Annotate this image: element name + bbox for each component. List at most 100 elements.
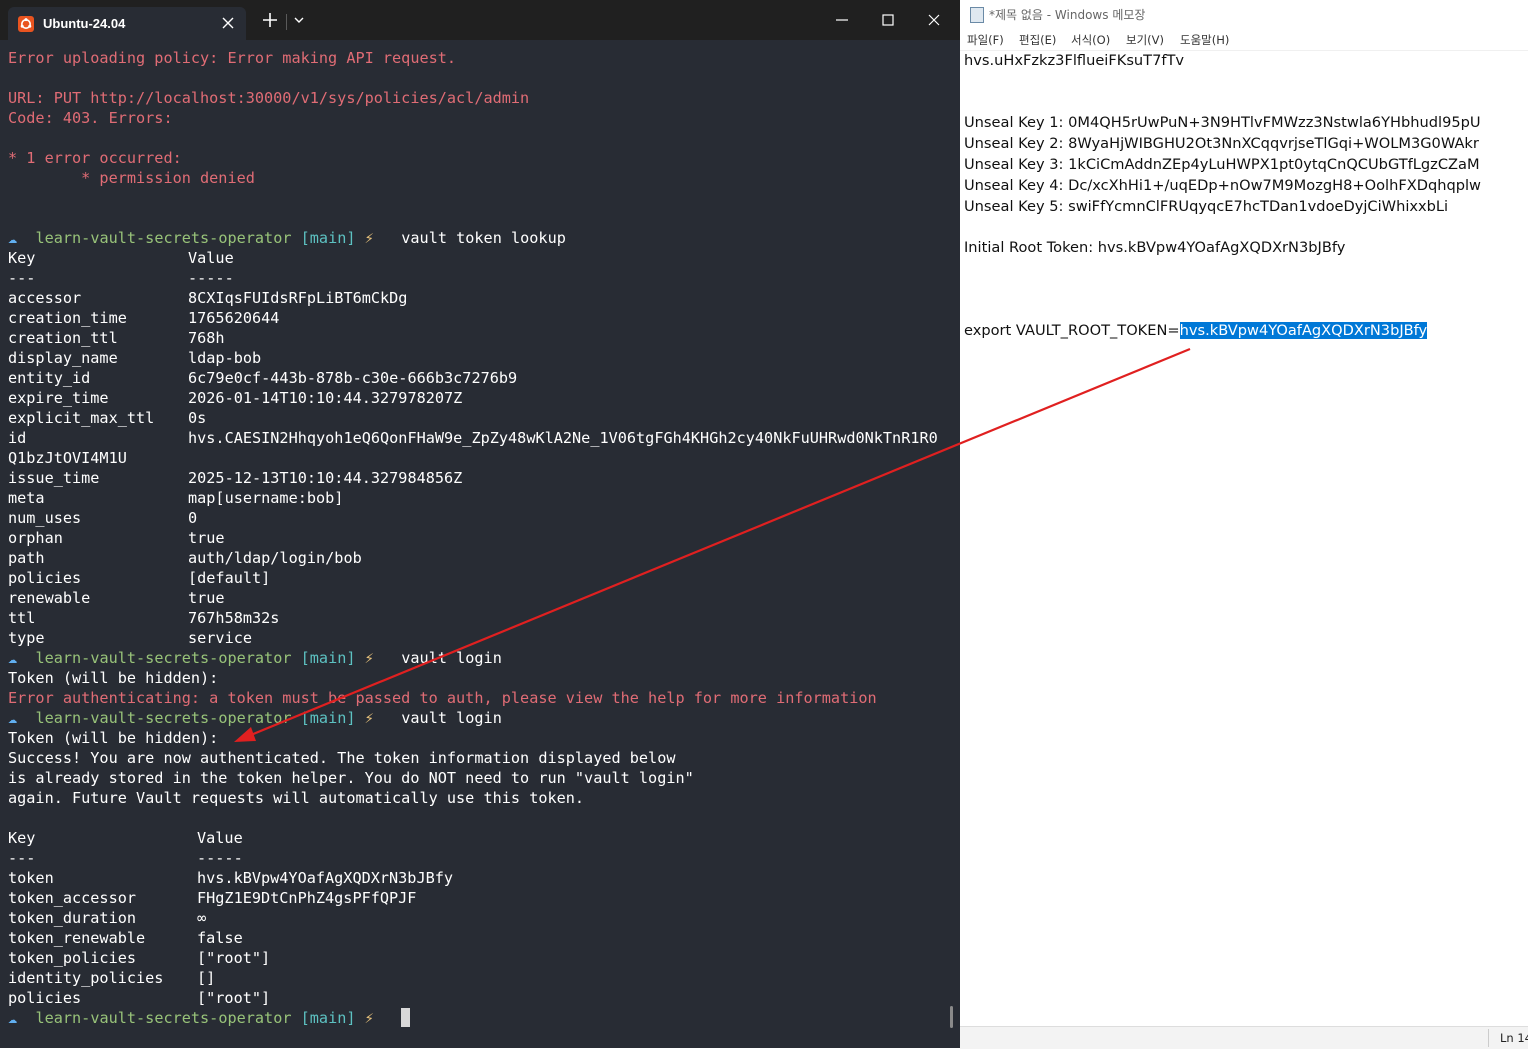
kv-key: explicit_max_ttl xyxy=(8,409,155,427)
notepad-line: export VAULT_ROOT_TOKEN=hvs.kBVpw4YOafAg… xyxy=(964,321,1524,342)
menu-view[interactable]: 보기(V) xyxy=(1126,32,1164,48)
kv-value: ----- xyxy=(188,269,234,287)
terminal-line: id hvs.CAESIN2Hhqyoh1eQ6QonFHaW9e_ZpZy48w… xyxy=(8,428,953,448)
prompt-command: vault token lookup xyxy=(401,229,566,247)
kv-key: expire_time xyxy=(8,389,109,407)
kv-value: ----- xyxy=(197,849,243,867)
notepad-menubar: 파일(F) 편집(E) 서식(O) 보기(V) 도움말(H) xyxy=(960,28,1528,51)
tab-title: Ubuntu-24.04 xyxy=(43,16,126,31)
terminal-line: num_uses 0 xyxy=(8,508,953,528)
notepad-line: Unseal Key 2: 8WyaHjWIBGHU2Ot3NnXCqqvrjs… xyxy=(964,134,1524,155)
notepad-line xyxy=(964,217,1524,238)
notepad-line-text: Unseal Key 3: 1kCiCmAddnZEp4yLuHWPX1pt0y… xyxy=(964,155,1480,173)
notepad-line-text: hvs.uHxFzkz3FlflueiFKsuT7fTv xyxy=(964,52,1185,69)
close-window-icon[interactable] xyxy=(912,6,956,34)
terminal-line: meta map[username:bob] xyxy=(8,488,953,508)
error-text: Code: 403. Errors: xyxy=(8,109,173,127)
notepad-line-text: Unseal Key 1: 0M4QH5rUwPuN+3N9HTlvFMWzz3… xyxy=(964,114,1481,132)
kv-key: num_uses xyxy=(8,509,82,527)
terminal-line: Key Value xyxy=(8,828,953,848)
notepad-line-text: Unseal Key 5: swiFfYcmnClFRUqyqcE7hcTDan… xyxy=(964,197,1449,215)
kv-key: token_duration xyxy=(8,909,137,927)
terminal-line: ☁ learn-vault-secrets-operator [main] ⚡ … xyxy=(8,648,953,668)
terminal-line: Key Value xyxy=(8,248,953,268)
selected-text[interactable]: hvs.kBVpw4YOafAgXQDXrN3bJBfy xyxy=(1179,322,1428,340)
kv-key: policies xyxy=(8,989,82,1007)
notepad-line: Initial Root Token: hvs.kBVpw4YOafAgXQDX… xyxy=(964,238,1524,259)
new-tab-icon[interactable] xyxy=(258,8,282,32)
terminal-line: token_policies ["root"] xyxy=(8,948,953,968)
error-text: URL: PUT http://localhost:30000/v1/sys/p… xyxy=(8,89,530,107)
terminal-line: Error authenticating: a token must be pa… xyxy=(8,688,953,708)
kv-value: [default] xyxy=(188,569,271,587)
terminal-line: issue_time 2025-12-13T10:10:44.327984856Z xyxy=(8,468,953,488)
prompt-git-branch: [main] xyxy=(300,1009,356,1027)
kv-key: meta xyxy=(8,489,45,507)
kv-value: ["root"] xyxy=(197,949,271,967)
kv-key: creation_time xyxy=(8,309,127,327)
prompt-command: vault login xyxy=(401,709,502,727)
maximize-icon[interactable] xyxy=(866,6,910,34)
notepad-line xyxy=(964,259,1524,280)
terminal-line: path auth/ldap/login/bob xyxy=(8,548,953,568)
kv-value: 2025-12-13T10:10:44.327984856Z xyxy=(188,469,463,487)
menu-edit[interactable]: 편집(E) xyxy=(1019,32,1056,48)
terminal-line: orphan true xyxy=(8,528,953,548)
terminal-line: is already stored in the token helper. Y… xyxy=(8,768,953,788)
terminal-line: ☁ learn-vault-secrets-operator [main] ⚡ … xyxy=(8,708,953,728)
notepad-line xyxy=(964,93,1524,114)
prompt-git-branch: [main] xyxy=(300,649,356,667)
output-text: Token (will be hidden): xyxy=(8,669,219,687)
minimize-icon[interactable] xyxy=(820,6,864,34)
terminal-line: --- ----- xyxy=(8,268,953,288)
prompt-bolt-icon: ⚡ xyxy=(364,229,374,247)
notepad-line-text: Unseal Key 4: Dc/xcXhHi1+/uqEDp+nOw7M9Mo… xyxy=(964,176,1481,194)
menu-format[interactable]: 서식(O) xyxy=(1071,32,1110,48)
notepad-title: *제목 없음 - Windows 메모장 xyxy=(989,8,1146,22)
menu-file[interactable]: 파일(F) xyxy=(967,32,1004,48)
close-tab-icon[interactable] xyxy=(218,13,238,33)
kv-key: orphan xyxy=(8,529,63,547)
menu-help[interactable]: 도움말(H) xyxy=(1180,32,1229,48)
kv-key: token_renewable xyxy=(8,929,146,947)
terminal-line: Code: 403. Errors: xyxy=(8,108,953,128)
kv-key: policies xyxy=(8,569,82,587)
kv-value: 0 xyxy=(188,509,198,527)
kv-value: FHgZ1E9DtCnPhZ4gsPFfQPJF xyxy=(197,889,417,907)
notepad-line-text: Initial Root Token: hvs.kBVpw4YOafAgXQDX… xyxy=(964,239,1346,257)
terminal-tab[interactable]: Ubuntu-24.04 xyxy=(8,7,246,40)
chevron-down-icon[interactable] xyxy=(287,8,311,32)
kv-key: --- xyxy=(8,849,36,867)
prompt-git-branch: [main] xyxy=(300,709,356,727)
prompt-command: vault login xyxy=(401,649,502,667)
kv-value: service xyxy=(188,629,253,647)
terminal-cursor[interactable] xyxy=(401,1008,411,1027)
kv-value: ∞ xyxy=(197,909,207,927)
notepad-line: Unseal Key 5: swiFfYcmnClFRUqyqcE7hcTDan… xyxy=(964,197,1524,218)
terminal-line: creation_time 1765620644 xyxy=(8,308,953,328)
terminal-line: type service xyxy=(8,628,953,648)
kv-key: entity_id xyxy=(8,369,91,387)
terminal-line: accessor 8CXIqsFUIdsRFpLiBT6mCkDg xyxy=(8,288,953,308)
notepad-text-area[interactable]: hvs.uHxFzkz3FlflueiFKsuT7fTv Unseal Key 1… xyxy=(964,51,1524,342)
terminal-output[interactable]: Error uploading policy: Error making API… xyxy=(8,48,953,1028)
kv-key: path xyxy=(8,549,45,567)
kv-key: identity_policies xyxy=(8,969,164,987)
terminal-line: Token (will be hidden): xyxy=(8,668,953,688)
terminal-scrollbar[interactable] xyxy=(950,1006,953,1028)
terminal-line: Q1bzJtOVI4M1U xyxy=(8,448,953,468)
notepad-line: hvs.uHxFzkz3FlflueiFKsuT7fTv xyxy=(964,51,1524,72)
terminal-line: policies ["root"] xyxy=(8,988,953,1008)
kv-key: type xyxy=(8,629,45,647)
prompt-directory: learn-vault-secrets-operator xyxy=(35,229,292,247)
notepad-line: Unseal Key 4: Dc/xcXhHi1+/uqEDp+nOw7M9Mo… xyxy=(964,176,1524,197)
status-line-number: Ln 14 xyxy=(1500,1031,1528,1045)
prompt-git-branch: [main] xyxy=(300,229,356,247)
kv-key: token_policies xyxy=(8,949,137,967)
kv-key: id xyxy=(8,429,27,447)
kv-value: 6c79e0cf-443b-878b-c30e-666b3c7276b9 xyxy=(188,369,518,387)
